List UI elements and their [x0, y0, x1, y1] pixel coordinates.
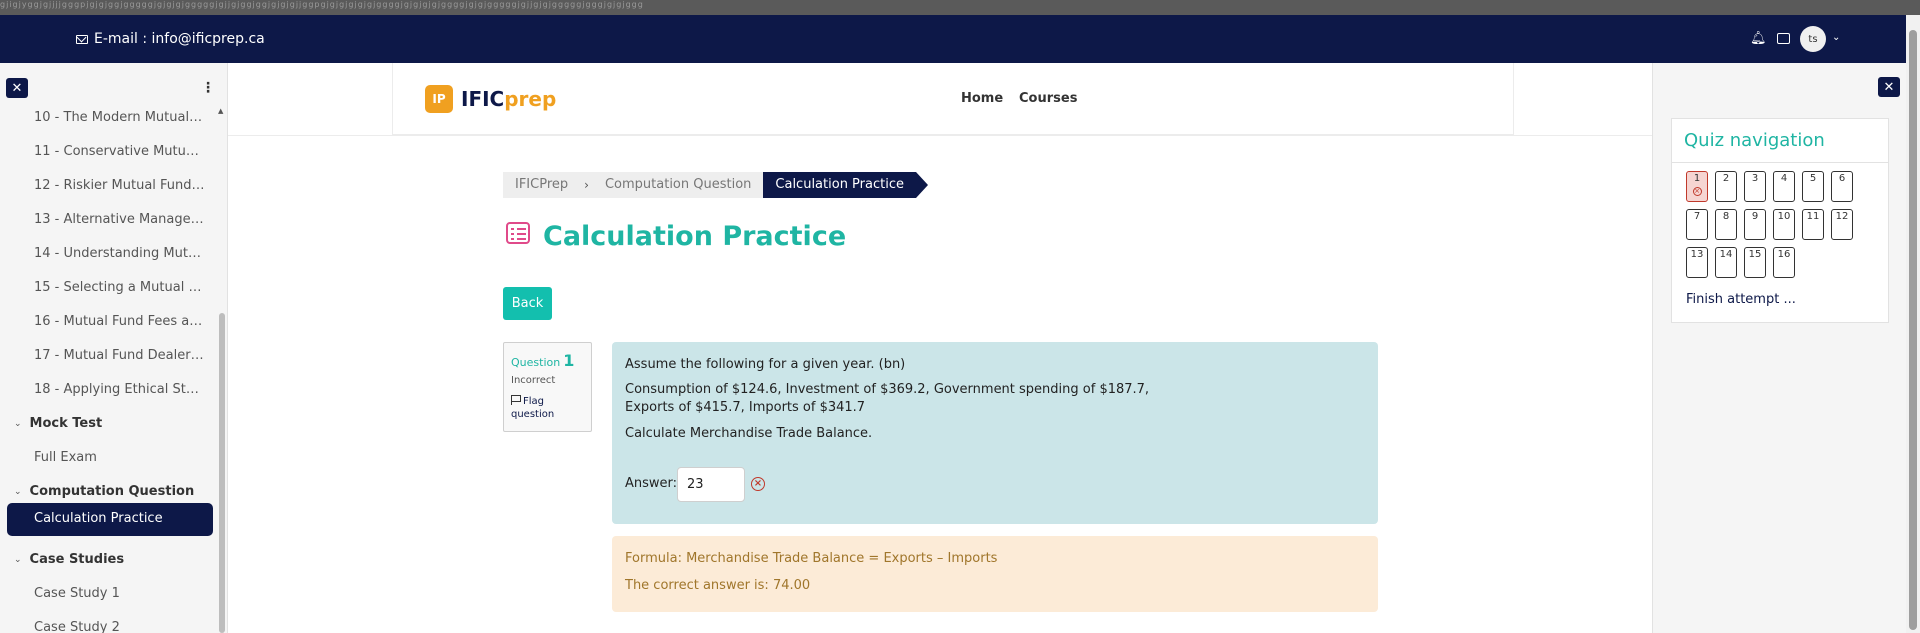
- quiz-navigation-title: Quiz navigation: [1684, 130, 1825, 151]
- chevron-down-icon: ⌄: [14, 419, 22, 429]
- question-content: Assume the following for a given year. (…: [612, 342, 1378, 524]
- page-scroll-thumb[interactable]: [1909, 30, 1917, 630]
- quiz-icon: [506, 222, 530, 244]
- logo-badge[interactable]: IP: [425, 85, 453, 113]
- section-label: Mock Test: [29, 416, 103, 431]
- quiz-nav-question-14[interactable]: 14: [1715, 247, 1737, 278]
- question-number-label: Question 1: [511, 351, 575, 370]
- course-index-list: 10 - The Modern Mutual Fund 11 - Conserv…: [0, 107, 218, 633]
- quiz-navigation-block: Quiz navigation 1 × 2 3 4 5 6 7 8 9 10 11…: [1671, 118, 1889, 323]
- quiz-nav-question-12[interactable]: 12: [1831, 209, 1853, 240]
- course-index-item-full-exam[interactable]: Full Exam: [34, 448, 206, 468]
- answer-input[interactable]: 23: [677, 467, 745, 502]
- breadcrumb-computation-question[interactable]: Computation Question: [592, 172, 764, 198]
- course-index-item[interactable]: 18 - Applying Ethical Standards: [34, 380, 206, 400]
- course-index-item-case-study-1[interactable]: Case Study 1: [34, 584, 206, 604]
- course-index-item[interactable]: 17 - Mutual Fund Dealer Regulation: [34, 346, 206, 366]
- course-index-item-calculation-practice[interactable]: Calculation Practice: [34, 509, 163, 529]
- feedback-formula: Formula: Merchandise Trade Balance = Exp…: [625, 551, 998, 566]
- question-text-line: Consumption of $124.6, Investment of $36…: [625, 382, 1150, 397]
- avatar[interactable]: ts: [1800, 26, 1826, 52]
- breadcrumb-current: Calculation Practice: [763, 172, 916, 198]
- chevron-down-icon[interactable]: ⌄: [1832, 32, 1840, 43]
- quiz-nav-question-11[interactable]: 11: [1802, 209, 1824, 240]
- question-text-line: Calculate Merchandise Trade Balance.: [625, 426, 873, 441]
- header-divider: [228, 135, 1652, 136]
- quiz-navigation-drawer: ✕ Quiz navigation 1 × 2 3 4 5 6 7 8 9 10 …: [1652, 63, 1906, 633]
- flag-question-button[interactable]: Flag question: [511, 395, 589, 421]
- page-title: Calculation Practice: [543, 221, 847, 252]
- incorrect-icon: ×: [751, 477, 765, 491]
- course-index-item[interactable]: 14 - Understanding Mutual Fund Performan…: [34, 244, 206, 264]
- drawer-scrollbar[interactable]: ▲: [218, 107, 226, 633]
- top-navbar: E-mail : info@ificprep.ca 🔔︎ ts ⌄: [0, 15, 1906, 63]
- course-index-item-case-study-2[interactable]: Case Study 2: [34, 618, 206, 633]
- section-label: Case Studies: [29, 552, 125, 567]
- logo-ific: IFIC: [461, 87, 505, 111]
- chevron-right-icon: ›: [580, 172, 593, 198]
- course-index-item[interactable]: 15 - Selecting a Mutual Fund: [34, 278, 206, 298]
- section-mock-test[interactable]: ⌄ Mock Test: [14, 414, 102, 434]
- question-info-box: Question 1 Incorrect Flag question: [503, 342, 592, 432]
- contact-email-text: E-mail : info@ificprep.ca: [94, 31, 265, 47]
- course-index-item[interactable]: 16 - Mutual Fund Fees and Services: [34, 312, 206, 332]
- quiz-nav-question-9[interactable]: 9: [1744, 209, 1766, 240]
- quiz-nav-question-15[interactable]: 15: [1744, 247, 1766, 278]
- logo-prep: prep: [504, 87, 557, 111]
- kebab-menu-icon[interactable]: ⋮: [200, 77, 216, 99]
- question-state: Incorrect: [511, 375, 556, 386]
- quiz-nav-question-8[interactable]: 8: [1715, 209, 1737, 240]
- quiz-nav-question-4[interactable]: 4: [1773, 171, 1795, 202]
- quiz-nav-question-1[interactable]: 1 ×: [1686, 171, 1708, 202]
- incorrect-icon: ×: [1692, 187, 1702, 196]
- scroll-up-icon[interactable]: ▲: [218, 107, 223, 115]
- flag-icon: [511, 395, 521, 405]
- close-drawer-button[interactable]: ✕: [6, 78, 28, 98]
- course-index-item[interactable]: 13 - Alternative Managed Products: [34, 210, 206, 230]
- question-feedback: Formula: Merchandise Trade Balance = Exp…: [612, 536, 1378, 612]
- divider: [1672, 162, 1888, 163]
- section-case-studies[interactable]: ⌄ Case Studies: [14, 550, 124, 570]
- quiz-nav-question-3[interactable]: 3: [1744, 171, 1766, 202]
- section-computation-question[interactable]: ⌄ Computation Question: [14, 482, 194, 502]
- chat-icon[interactable]: [1777, 33, 1790, 44]
- chevron-down-icon: ⌄: [14, 555, 22, 565]
- section-label: Computation Question: [29, 484, 195, 499]
- browser-tab-strip: gjigjyggjgjjjjgggpjgjgjggjgggggjgjgjgjgg…: [0, 0, 1920, 15]
- course-index-item[interactable]: 10 - The Modern Mutual Fund: [34, 108, 206, 128]
- breadcrumb-ificprep[interactable]: IFICPrep: [503, 172, 581, 198]
- breadcrumb-arrow: [915, 172, 928, 198]
- quiz-nav-question-16[interactable]: 16: [1773, 247, 1795, 278]
- course-index-drawer: ✕ ⋮ 10 - The Modern Mutual Fund 11 - Con…: [0, 63, 228, 633]
- back-button[interactable]: Back: [503, 287, 552, 320]
- nav-home-link[interactable]: Home: [961, 90, 1003, 108]
- answer-label: Answer:: [625, 476, 678, 491]
- chevron-down-icon: ⌄: [14, 487, 22, 497]
- quiz-nav-question-13[interactable]: 13: [1686, 247, 1708, 278]
- mail-icon: [76, 34, 88, 44]
- finish-attempt-link[interactable]: Finish attempt ...: [1686, 292, 1796, 307]
- quiz-nav-question-2[interactable]: 2: [1715, 171, 1737, 202]
- breadcrumb: IFICPrep › Computation Question Calculat…: [503, 172, 928, 198]
- nav-courses-link[interactable]: Courses: [1019, 90, 1077, 108]
- drawer-scroll-thumb[interactable]: [219, 313, 225, 633]
- course-index-item[interactable]: 11 - Conservative Mutual Funds: [34, 142, 206, 162]
- contact-email[interactable]: E-mail : info@ificprep.ca: [76, 15, 265, 63]
- quiz-nav-question-7[interactable]: 7: [1686, 209, 1708, 240]
- quiz-nav-question-10[interactable]: 10: [1773, 209, 1795, 240]
- page-scrollbar[interactable]: [1906, 15, 1920, 633]
- question-text-line: Assume the following for a given year. (…: [625, 357, 906, 372]
- site-header: IP IFICprep Home Courses: [392, 63, 1514, 135]
- bell-icon[interactable]: 🔔︎: [1750, 32, 1767, 46]
- browser-tab-strip-text: gjigjyggjgjjjjgggpjgjgjggjgggggjgjgjgjgg…: [0, 1, 644, 9]
- quiz-nav-question-5[interactable]: 5: [1802, 171, 1824, 202]
- question-text-line: Exports of $415.7, Imports of $341.7: [625, 400, 866, 415]
- course-index-item[interactable]: 12 - Riskier Mutual Fund Products: [34, 176, 206, 196]
- feedback-correct-answer: The correct answer is: 74.00: [625, 578, 811, 593]
- quiz-nav-question-6[interactable]: 6: [1831, 171, 1853, 202]
- close-drawer-button[interactable]: ✕: [1878, 77, 1900, 97]
- logo[interactable]: IFICprep: [461, 85, 556, 113]
